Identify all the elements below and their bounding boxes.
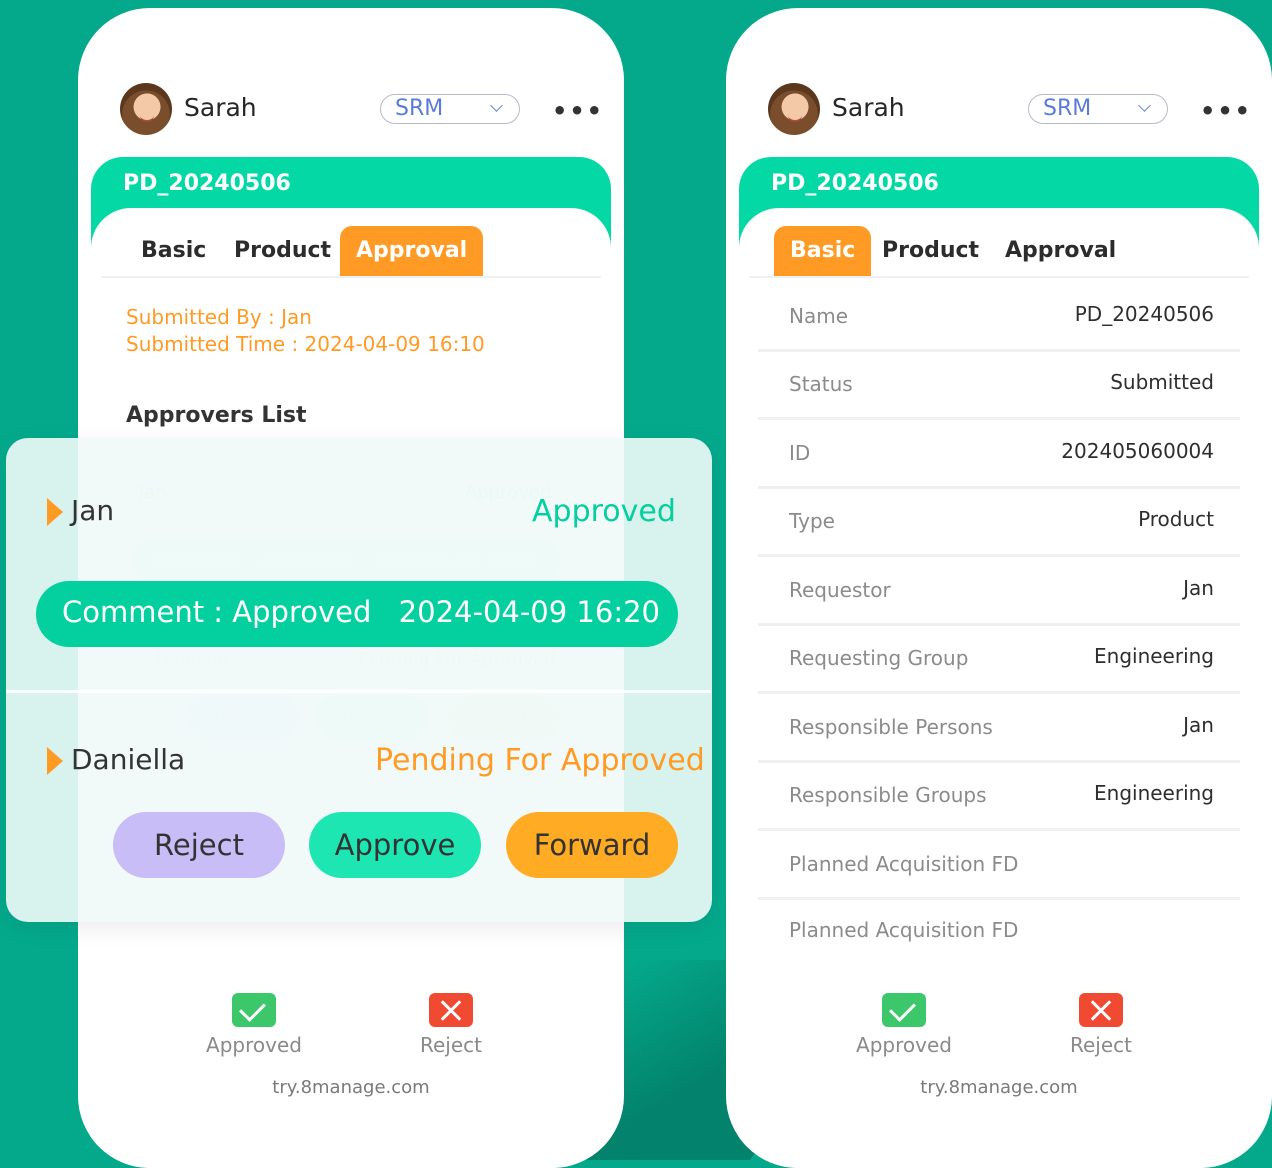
field-label: Type: [789, 509, 835, 533]
close-icon: [429, 993, 473, 1027]
caret-right-icon: [47, 747, 63, 775]
caret-right-icon: [47, 498, 63, 526]
field-value: Submitted: [1110, 370, 1214, 394]
more-icon[interactable]: •••: [1200, 97, 1252, 125]
site-link[interactable]: try.8manage.com: [726, 1077, 1272, 1098]
bottom-actions: Approved Reject: [726, 993, 1272, 1063]
reject-action[interactable]: Reject: [1041, 993, 1161, 1057]
close-icon: [1079, 993, 1123, 1027]
approvers-list-popout: Jan Approved Comment : Approved 2024-04-…: [6, 438, 712, 922]
avatar[interactable]: [768, 83, 820, 135]
module-select-value: SRM: [395, 96, 444, 121]
forward-button[interactable]: Forward: [506, 812, 678, 878]
tab-bar: Basic Product Approval: [91, 226, 611, 276]
approver-name: Daniella: [71, 743, 186, 776]
field-row-status: Status Submitted: [758, 352, 1240, 420]
tab-product[interactable]: Product: [218, 226, 347, 276]
field-label: Requestor: [789, 578, 891, 602]
field-row-responsible-persons: Responsible Persons Jan: [758, 695, 1240, 763]
avatar[interactable]: [120, 83, 172, 135]
submitted-by: Submitted By : Jan: [126, 305, 312, 329]
tab-basic[interactable]: Basic: [774, 226, 872, 276]
chevron-down-icon: [1138, 99, 1151, 112]
phone-basic-view: Sarah SRM ••• PD_20240506 Basic Product …: [726, 8, 1272, 1168]
module-select[interactable]: SRM: [1028, 94, 1168, 124]
reject-label: Reject: [419, 1033, 482, 1057]
comment-text: Comment : Approved: [62, 595, 372, 629]
tab-divider: [749, 276, 1249, 278]
approval-comment: Comment : Approved 2024-04-09 16:20: [36, 581, 678, 647]
tab-product[interactable]: Product: [866, 226, 995, 276]
tab-divider: [101, 276, 601, 278]
field-row-type: Type Product: [758, 489, 1240, 557]
bottom-actions: Approved Reject: [78, 993, 624, 1063]
tab-bar: Basic Product Approval: [739, 226, 1259, 276]
project-title: PD_20240506: [771, 171, 939, 196]
approve-button[interactable]: Approve: [309, 812, 481, 878]
tab-approval[interactable]: Approval: [989, 226, 1132, 276]
approved-action[interactable]: Approved: [844, 993, 964, 1057]
field-label: Planned Acquisition FD: [789, 852, 1019, 876]
top-bar: Sarah SRM •••: [120, 83, 602, 143]
field-row-id: ID 202405060004: [758, 421, 1240, 489]
field-label: Requesting Group: [789, 646, 969, 670]
field-row-planned-acquisition-2: Planned Acquisition FD: [758, 898, 1240, 966]
field-value: 202405060004: [1061, 439, 1214, 463]
field-label: ID: [789, 441, 811, 465]
field-row-name: Name PD_20240506: [758, 284, 1240, 352]
submitted-time: Submitted Time : 2024-04-09 16:10: [126, 332, 485, 356]
tab-basic[interactable]: Basic: [125, 226, 222, 276]
field-row-responsible-groups: Responsible Groups Engineering: [758, 763, 1240, 831]
comment-time: 2024-04-09 16:20: [398, 595, 660, 629]
approved-label: Approved: [206, 1033, 302, 1057]
approvers-list-title: Approvers List: [126, 403, 307, 428]
field-label: Name: [789, 304, 849, 328]
check-icon: [232, 993, 276, 1027]
reject-button[interactable]: Reject: [113, 812, 285, 878]
approver-status-pending: Pending For Approved: [375, 743, 705, 778]
top-bar: Sarah SRM •••: [768, 83, 1250, 143]
chevron-down-icon: [490, 99, 503, 112]
submission-info: Submitted By : Jan Submitted Time : 2024…: [126, 304, 485, 358]
field-label: Responsible Persons: [789, 715, 993, 739]
divider: [6, 690, 712, 693]
field-row-requestor: Requestor Jan: [758, 558, 1240, 626]
check-icon: [882, 993, 926, 1027]
field-value: PD_20240506: [1074, 302, 1214, 326]
user-name: Sarah: [184, 93, 257, 122]
reject-action[interactable]: Reject: [391, 993, 511, 1057]
field-row-requesting-group: Requesting Group Engineering: [758, 626, 1240, 694]
approved-action[interactable]: Approved: [194, 993, 314, 1057]
approved-label: Approved: [856, 1033, 952, 1057]
approver-status-approved: Approved: [532, 494, 676, 529]
module-select[interactable]: SRM: [380, 94, 520, 124]
field-value: Engineering: [1094, 644, 1214, 668]
field-value: Jan: [1183, 576, 1214, 600]
approver-name: Jan: [71, 494, 115, 527]
field-row-planned-acquisition: Planned Acquisition FD: [758, 832, 1240, 900]
field-value: Engineering: [1094, 781, 1214, 805]
module-select-value: SRM: [1043, 96, 1092, 121]
tab-approval[interactable]: Approval: [340, 226, 484, 276]
reject-label: Reject: [1069, 1033, 1132, 1057]
field-value: Jan: [1183, 713, 1214, 737]
more-icon[interactable]: •••: [552, 97, 604, 125]
project-title: PD_20240506: [123, 171, 291, 196]
field-label: Responsible Groups: [789, 783, 987, 807]
user-name: Sarah: [832, 93, 905, 122]
field-label: Status: [789, 372, 853, 396]
site-link[interactable]: try.8manage.com: [78, 1077, 624, 1098]
field-label: Planned Acquisition FD: [789, 918, 1019, 942]
field-value: Product: [1138, 507, 1214, 531]
